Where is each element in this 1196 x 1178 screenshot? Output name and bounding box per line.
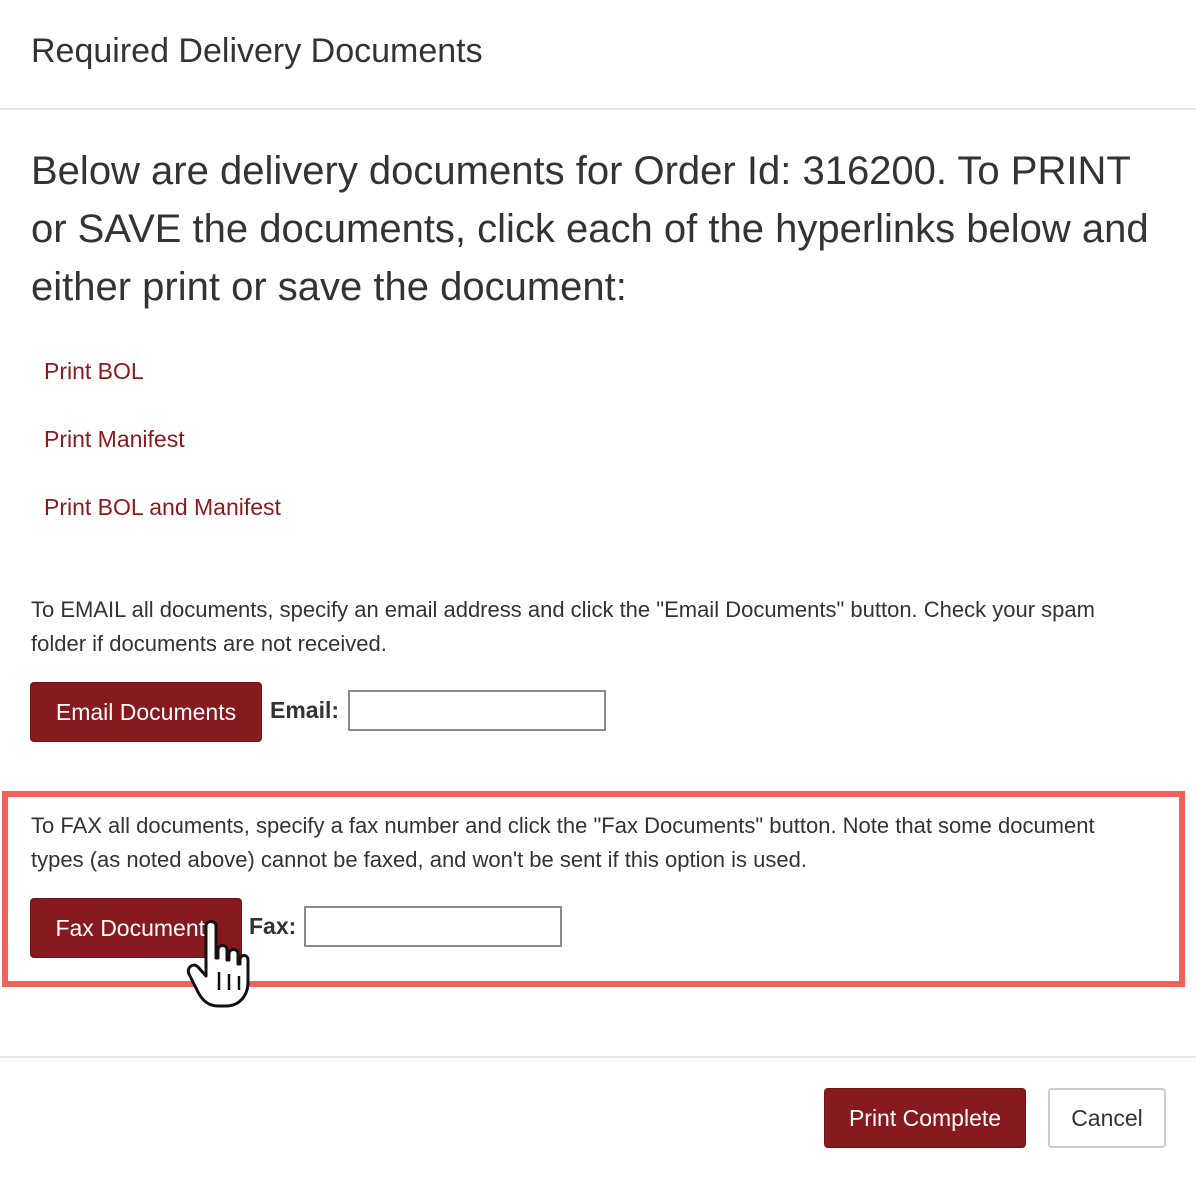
print-complete-button[interactable]: Print Complete xyxy=(824,1088,1026,1148)
print-bol-link[interactable]: Print BOL xyxy=(44,358,144,385)
delivery-documents-dialog: Required Delivery Documents Below are de… xyxy=(0,0,1196,1178)
intro-text: Below are delivery documents for Order I… xyxy=(31,149,1149,309)
fax-input[interactable] xyxy=(304,906,562,947)
email-input[interactable] xyxy=(348,690,606,731)
hand-pointer-icon xyxy=(186,920,250,1008)
dialog-title: Required Delivery Documents xyxy=(31,32,483,70)
cancel-button[interactable]: Cancel xyxy=(1048,1088,1166,1148)
email-label: Email: xyxy=(270,697,340,723)
email-documents-button[interactable]: Email Documents xyxy=(30,682,262,742)
print-bol-and-manifest-link[interactable]: Print BOL and Manifest xyxy=(44,494,281,521)
fax-instructions: To FAX all documents, specify a fax numb… xyxy=(31,813,1095,872)
footer-divider xyxy=(0,1056,1196,1058)
email-instructions: To EMAIL all documents, specify an email… xyxy=(31,597,1095,656)
fax-label: Fax: xyxy=(249,913,297,939)
print-manifest-link[interactable]: Print Manifest xyxy=(44,426,185,453)
dialog-header: Required Delivery Documents xyxy=(0,0,1196,110)
